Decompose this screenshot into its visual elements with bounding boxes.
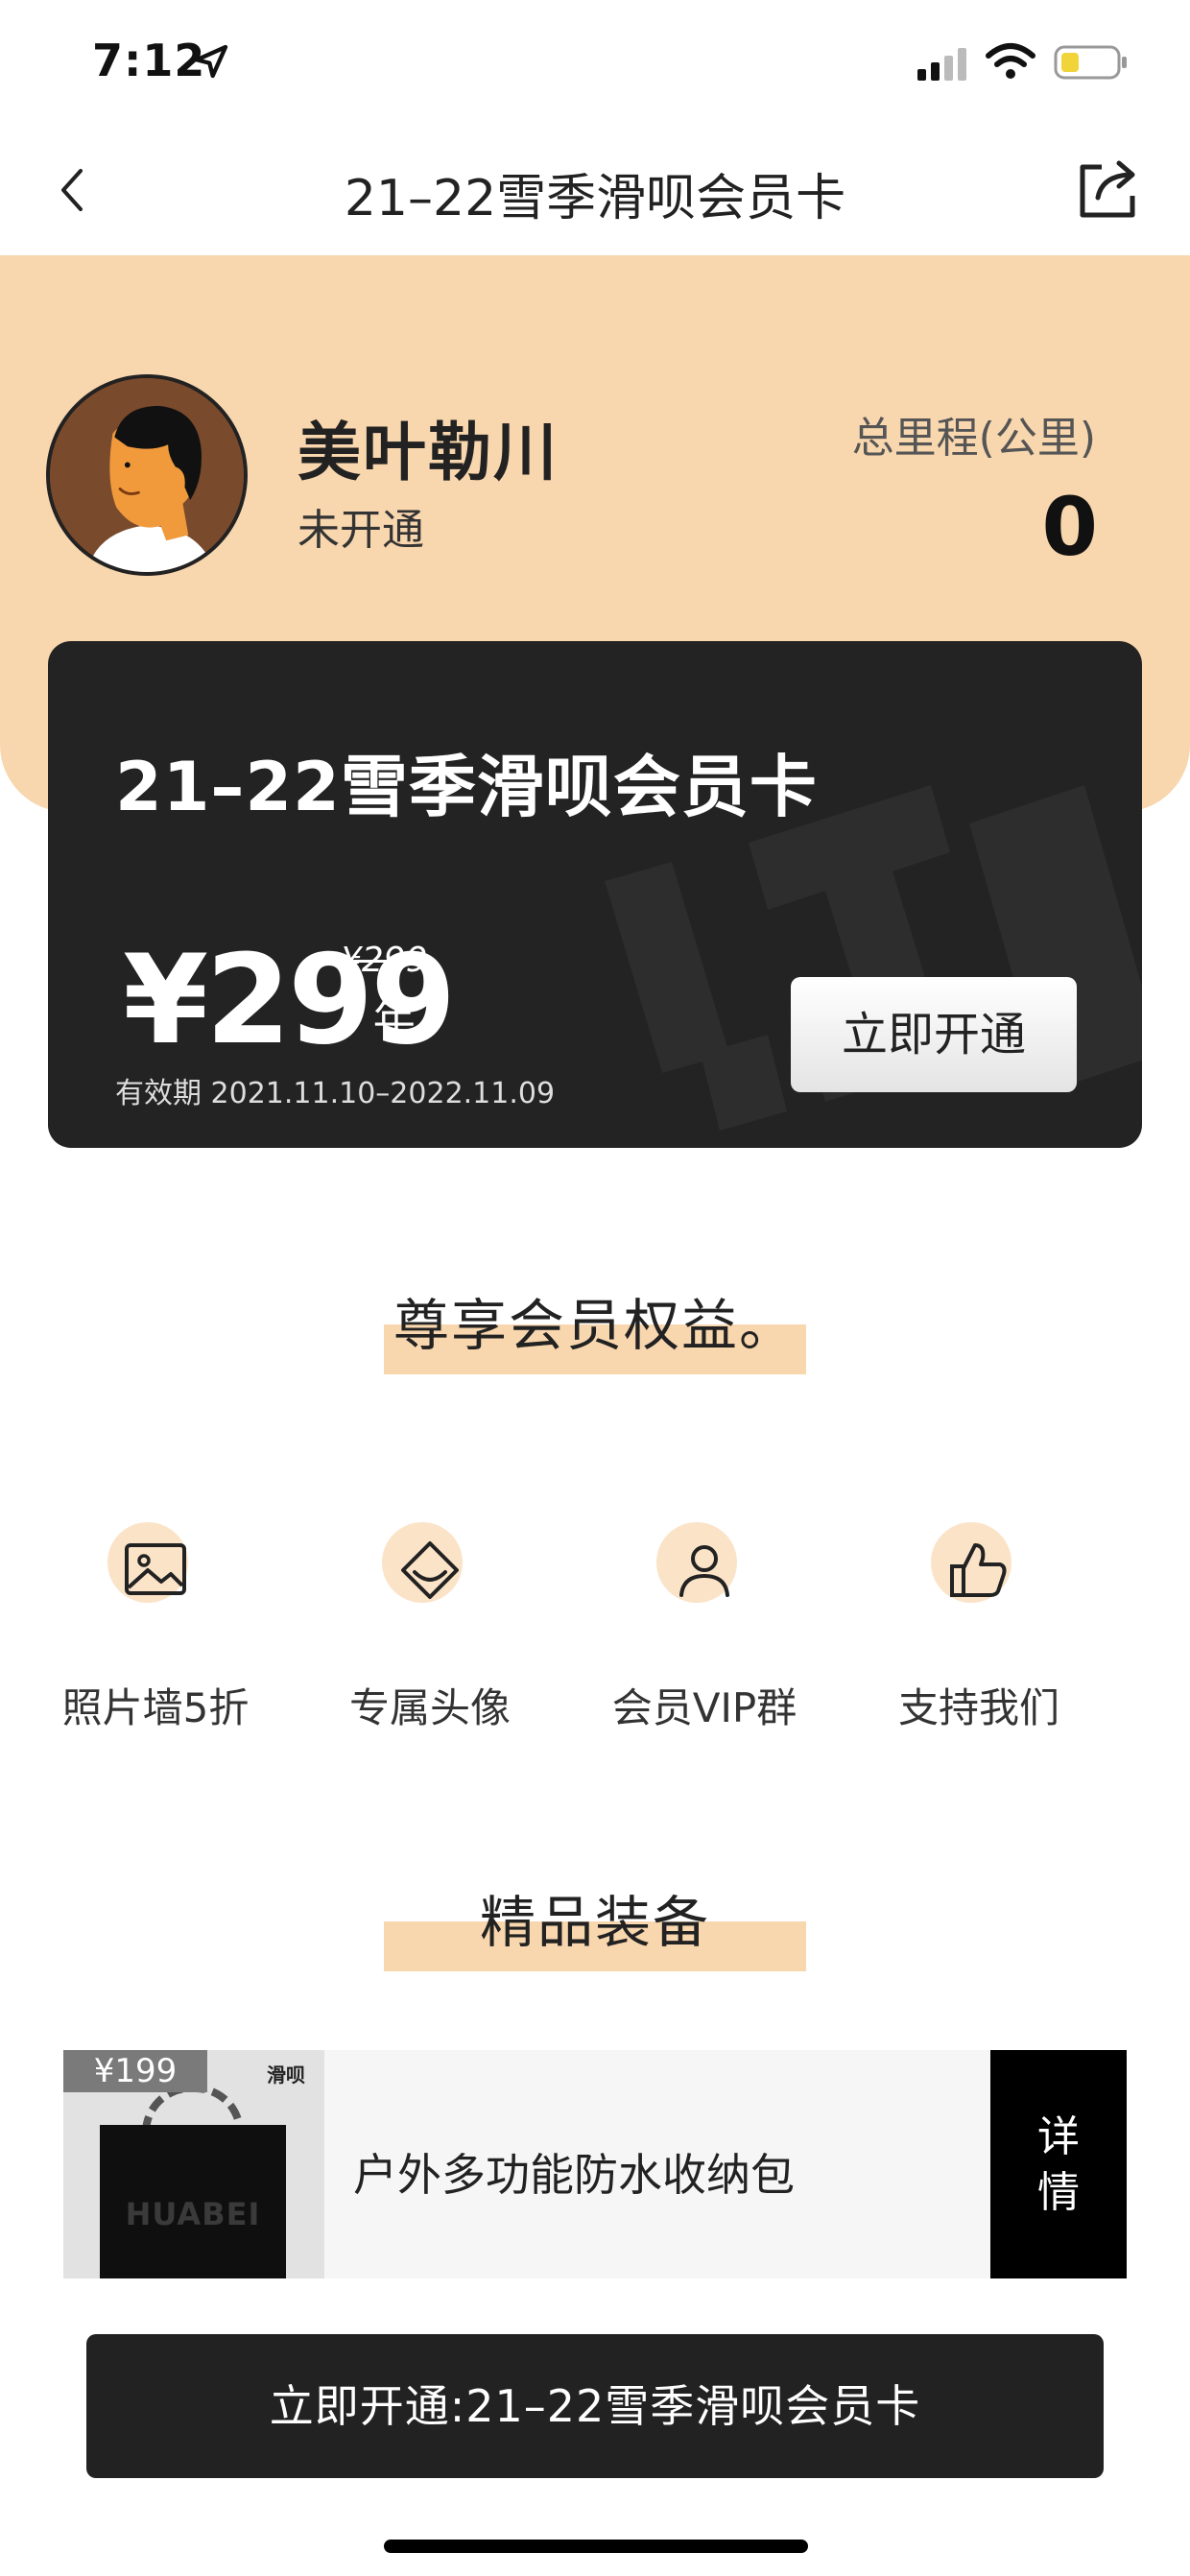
membership-status: 未开通 [298, 506, 424, 555]
home-indicator [384, 2540, 808, 2553]
location-arrow-icon [194, 44, 228, 79]
user-name: 美叶勒川 [298, 416, 559, 489]
benefit-label: 专属头像 [348, 1684, 511, 1731]
card-validity: 有效期 2021.11.10–2022.11.09 [115, 1077, 556, 1110]
diamond-icon [382, 1522, 478, 1618]
membership-card: 21–22雪季滑呗会员卡 ¥299 ¥299 / 年 有效期 2021.11.1… [48, 641, 1142, 1148]
person-icon [656, 1522, 752, 1618]
photo-icon [107, 1522, 203, 1618]
benefit-support-us[interactable]: 支持我们 [845, 1522, 1113, 1733]
benefit-photo-wall[interactable]: 照片墙5折 [21, 1522, 290, 1733]
nav-bar: 21–22雪季滑呗会员卡 [0, 125, 1190, 255]
product-image: HUABEI ¥199 滑呗 [63, 2050, 324, 2278]
wifi-icon [986, 43, 1035, 79]
detail-label-line2: 情 [1037, 2168, 1080, 2217]
page-title: 21–22雪季滑呗会员卡 [344, 170, 846, 227]
card-original-price: ¥299 [340, 941, 428, 980]
cellular-signal-icon [917, 48, 966, 81]
product-brand: 滑呗 [267, 2063, 305, 2087]
benefits-title: 尊享会员权益。 [393, 1293, 797, 1358]
gear-heading: 精品装备 [0, 1877, 1190, 1983]
product-name: 户外多功能防水收纳包 [353, 2149, 795, 2201]
battery-icon [1054, 45, 1127, 80]
benefit-vip-group[interactable]: 会员VIP群 [570, 1522, 839, 1733]
bag-logo-text: HUABEI [125, 2196, 261, 2232]
bottom-activate-button[interactable]: 立即开通:21–22雪季滑呗会员卡 [86, 2334, 1104, 2478]
status-bar: 7:12 [0, 0, 1190, 125]
share-icon[interactable] [1073, 154, 1142, 223]
gear-title: 精品装备 [479, 1890, 710, 1955]
product-card[interactable]: HUABEI ¥199 滑呗 户外多功能防水收纳包 详 情 [63, 2050, 1127, 2278]
benefit-label: 会员VIP群 [611, 1684, 797, 1731]
thumbs-up-icon [931, 1522, 1027, 1618]
benefit-label: 支持我们 [897, 1684, 1059, 1731]
bag-body: HUABEI [100, 2125, 286, 2278]
benefit-exclusive-avatar[interactable]: 专属头像 [296, 1522, 564, 1733]
product-price: ¥199 [63, 2050, 207, 2092]
benefits-heading: 尊享会员权益。 [0, 1280, 1190, 1386]
avatar-illustration [50, 378, 244, 572]
product-detail-button[interactable]: 详 情 [990, 2050, 1127, 2278]
avatar [46, 374, 248, 576]
mileage-value: 0 [1041, 480, 1098, 574]
card-title: 21–22雪季滑呗会员卡 [115, 748, 818, 826]
benefit-label: 照片墙5折 [61, 1684, 250, 1731]
detail-label-line1: 详 [1037, 2112, 1080, 2161]
card-price-unit: / 年 [345, 993, 416, 1042]
mileage-label: 总里程(公里) [851, 414, 1096, 463]
status-time: 7:12 [92, 35, 206, 86]
activate-button[interactable]: 立即开通 [791, 977, 1077, 1092]
